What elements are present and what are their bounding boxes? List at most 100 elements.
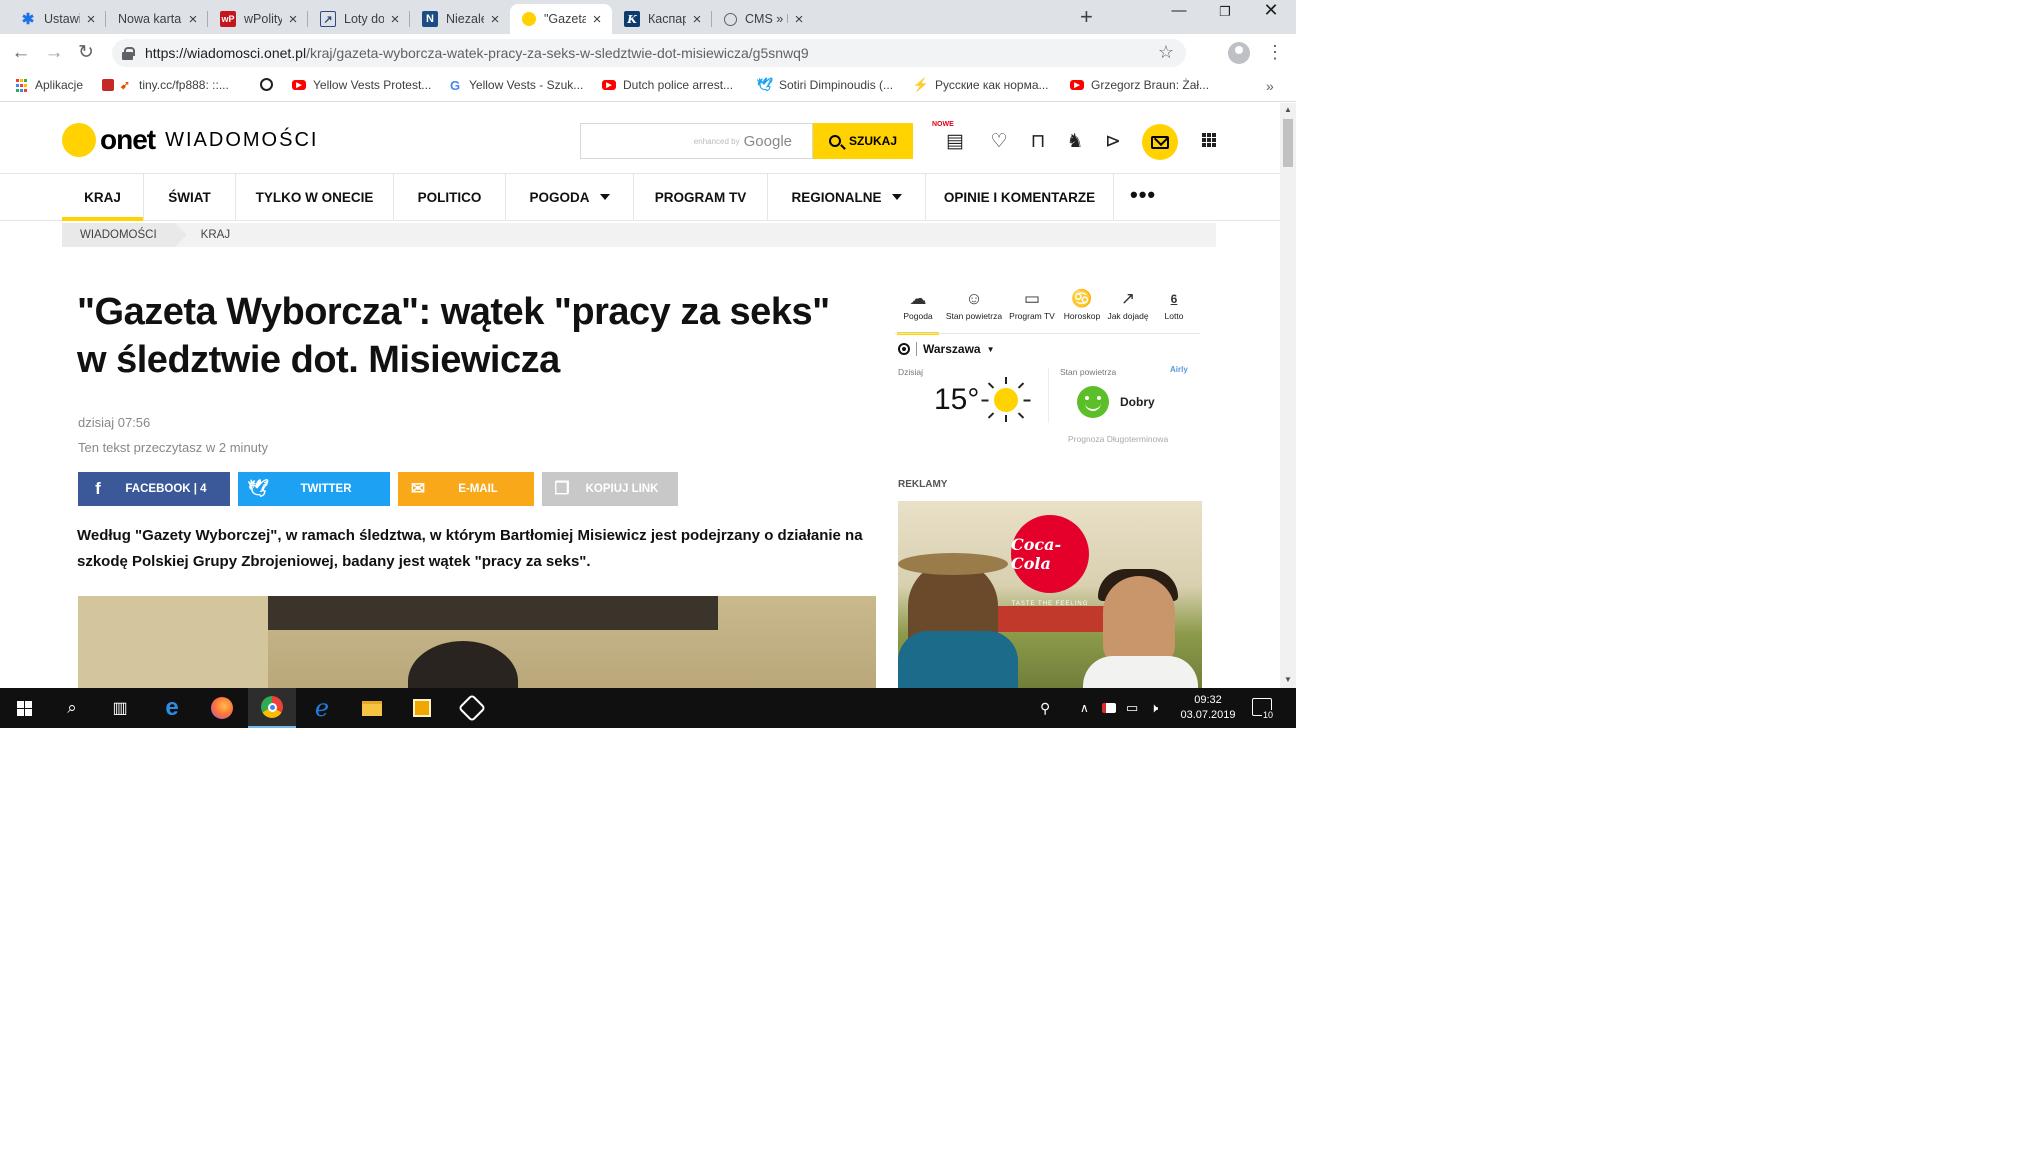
nav-opinie-i-komentarze[interactable]: OPINIE I KOMENTARZE: [926, 174, 1114, 220]
widget-tab-stan-powietrza[interactable]: ☺ Stan powietrza: [943, 288, 1005, 321]
network-icon[interactable]: ▭: [1126, 688, 1138, 728]
globe-icon: [260, 78, 273, 91]
volume-muted-icon[interactable]: 🕨: [1150, 688, 1158, 728]
bookmarks-overflow-icon[interactable]: »: [1266, 78, 1274, 94]
article-photo[interactable]: [78, 596, 876, 688]
tab-gazeta-wyborcza[interactable]: "Gazeta Wyborcza" ×: [510, 4, 612, 34]
tab-kasparov[interactable]: K Каспаров.Ru ×: [612, 4, 712, 34]
scroll-up-icon[interactable]: ▲: [1280, 105, 1296, 114]
globe-icon: [724, 12, 737, 26]
forecast-link[interactable]: Prognoza Długoterminowa: [1068, 434, 1168, 444]
chrome-menu-icon[interactable]: ⋮: [1266, 42, 1284, 62]
bookmark-yellow-vests-szuk[interactable]: G Yellow Vests - Szuk...: [448, 78, 583, 93]
bookmark-russkie[interactable]: ⚡ Русские как норма...: [913, 77, 1049, 92]
apps-grid-icon[interactable]: [1202, 133, 1216, 147]
search-button[interactable]: SZUKAJ: [813, 123, 913, 159]
nav-tylko-w-onecie[interactable]: TYLKO W ONECIE: [236, 174, 394, 220]
tab-wpolityce[interactable]: wP wPolityce.pl ×: [208, 4, 308, 34]
air-quality-label: Stan powietrza: [1060, 367, 1117, 377]
reload-button[interactable]: ↻: [74, 42, 98, 64]
city-selector[interactable]: Warszawa ▼: [898, 342, 995, 356]
tray-chevron-up-icon[interactable]: ∧: [1080, 688, 1089, 728]
edge-icon[interactable]: ℯ: [298, 688, 346, 728]
bookmark-star-icon[interactable]: ☆: [1158, 42, 1174, 63]
firefox-icon[interactable]: [198, 688, 246, 728]
close-tab-icon[interactable]: ×: [286, 11, 300, 28]
close-tab-icon[interactable]: ×: [792, 11, 806, 28]
location-icon: [898, 343, 910, 355]
internet-explorer-icon[interactable]: e: [148, 688, 196, 728]
file-explorer-icon[interactable]: [348, 688, 396, 728]
close-tab-icon[interactable]: ×: [690, 11, 704, 28]
bookmarks-bar: Aplikacje ➹ tiny.cc/fp888: ::... ▶ Yello…: [0, 72, 1296, 102]
chrome-icon[interactable]: [248, 688, 296, 728]
close-tab-icon[interactable]: ×: [488, 11, 502, 28]
breadcrumb-wiadomosci[interactable]: WIADOMOŚCI: [62, 223, 187, 247]
restore-button[interactable]: ❐: [1202, 4, 1248, 20]
tab-ustawienia[interactable]: ✱ Ustawienia ×: [8, 4, 106, 34]
close-tab-icon[interactable]: ×: [186, 11, 200, 28]
close-tab-icon[interactable]: ×: [388, 11, 402, 28]
scroll-down-icon[interactable]: ▼: [1280, 675, 1296, 684]
profile-avatar[interactable]: [1228, 42, 1250, 64]
bookmark-tiny[interactable]: ➹ tiny.cc/fp888: ::...: [102, 78, 229, 92]
bookmark-globe[interactable]: [260, 78, 280, 91]
close-window-button[interactable]: ✕: [1248, 0, 1294, 21]
bookmark-dutch-police[interactable]: ▶ Dutch police arrest...: [602, 78, 733, 92]
tab-nowa-karta[interactable]: Nowa karta ×: [106, 4, 208, 34]
wp-icon: wP: [220, 11, 236, 27]
bookmark-aplikacje[interactable]: Aplikacje: [14, 78, 83, 92]
news-card-icon[interactable]: ▤: [942, 129, 968, 155]
close-tab-icon[interactable]: ×: [84, 11, 98, 28]
start-button[interactable]: [0, 688, 48, 728]
nav-kraj[interactable]: KRAJ: [62, 174, 144, 221]
new-tab-button[interactable]: +: [1080, 6, 1093, 28]
onet-logo[interactable]: onet WIADOMOŚCI: [62, 123, 318, 157]
nav-program-tv[interactable]: PROGRAM TV: [634, 174, 768, 220]
share-email-button[interactable]: ✉ E-MAIL: [398, 472, 534, 506]
coca-cola-ad[interactable]: Coca-Cola TASTE THE FEELING: [898, 501, 1202, 688]
network-app-icon[interactable]: [448, 688, 496, 728]
minimize-button[interactable]: —: [1156, 2, 1202, 19]
bookmark-grzegorz-braun[interactable]: ▶ Grzegorz Braun: Żał...: [1070, 78, 1209, 92]
task-view-icon[interactable]: ▥: [96, 688, 144, 728]
close-tab-icon[interactable]: ×: [590, 11, 604, 28]
bookmark-yellow-vests-protest[interactable]: ▶ Yellow Vests Protest...: [292, 78, 431, 92]
tab-loty[interactable]: ↗ Loty do Tokio ×: [308, 4, 410, 34]
forward-button[interactable]: →: [42, 42, 66, 64]
scrollbar-thumb[interactable]: [1283, 119, 1293, 167]
heart-icon[interactable]: ♡: [986, 129, 1012, 155]
widget-tab-horoskop[interactable]: ♋ Horoskop: [1059, 288, 1105, 321]
play-icon[interactable]: ⊳: [1100, 129, 1126, 155]
chess-knight-icon[interactable]: ♞: [1062, 129, 1088, 155]
nav-pogoda[interactable]: POGODA: [506, 174, 634, 220]
tab-niezalezna[interactable]: N Niezależna ×: [410, 4, 510, 34]
nav-regionalne[interactable]: REGIONALNE: [768, 174, 926, 220]
search-icon[interactable]: ⌕: [48, 688, 96, 728]
shopping-bag-icon[interactable]: ⊓: [1025, 129, 1051, 155]
youtube-icon: ▶: [602, 80, 616, 90]
breadcrumb-kraj[interactable]: KRAJ: [175, 223, 248, 247]
search-input[interactable]: enhanced by Google: [580, 123, 813, 159]
pdf-reader-icon[interactable]: [398, 688, 446, 728]
share-facebook-button[interactable]: f FACEBOOK | 4: [78, 472, 230, 506]
people-icon[interactable]: ⚲: [1040, 688, 1050, 728]
page-scrollbar[interactable]: ▲ ▼: [1280, 103, 1296, 688]
nav-swiat[interactable]: ŚWIAT: [144, 174, 236, 220]
more-icon[interactable]: •••: [1130, 182, 1156, 208]
bookmark-sotiri[interactable]: 🕊 Sotiri Dimpinoudis (...: [757, 77, 893, 92]
copy-link-button[interactable]: ❐ KOPIUJ LINK: [542, 472, 678, 506]
widget-tab-jak-dojade[interactable]: ↗ Jak dojadę: [1105, 288, 1151, 321]
tab-cms[interactable]: CMS » Dodaj ×: [712, 4, 814, 34]
widget-tab-pogoda[interactable]: ☁ Pogoda: [895, 288, 941, 335]
share-twitter-button[interactable]: 🕊 TWITTER: [238, 472, 390, 506]
nav-politico[interactable]: POLITICO: [394, 174, 506, 220]
taskbar-clock[interactable]: 09:32 03.07.2019: [1180, 693, 1236, 723]
widget-tab-lotto[interactable]: 6 Lotto: [1151, 288, 1197, 321]
usb-icon[interactable]: [1102, 688, 1116, 728]
mail-button[interactable]: [1142, 124, 1178, 160]
address-bar[interactable]: https://wiadomosci.onet.pl/kraj/gazeta-w…: [112, 39, 1186, 67]
back-button[interactable]: ←: [9, 42, 33, 64]
widget-tab-program-tv[interactable]: ▭ Program TV: [1007, 288, 1057, 321]
onet-icon: [522, 12, 536, 26]
